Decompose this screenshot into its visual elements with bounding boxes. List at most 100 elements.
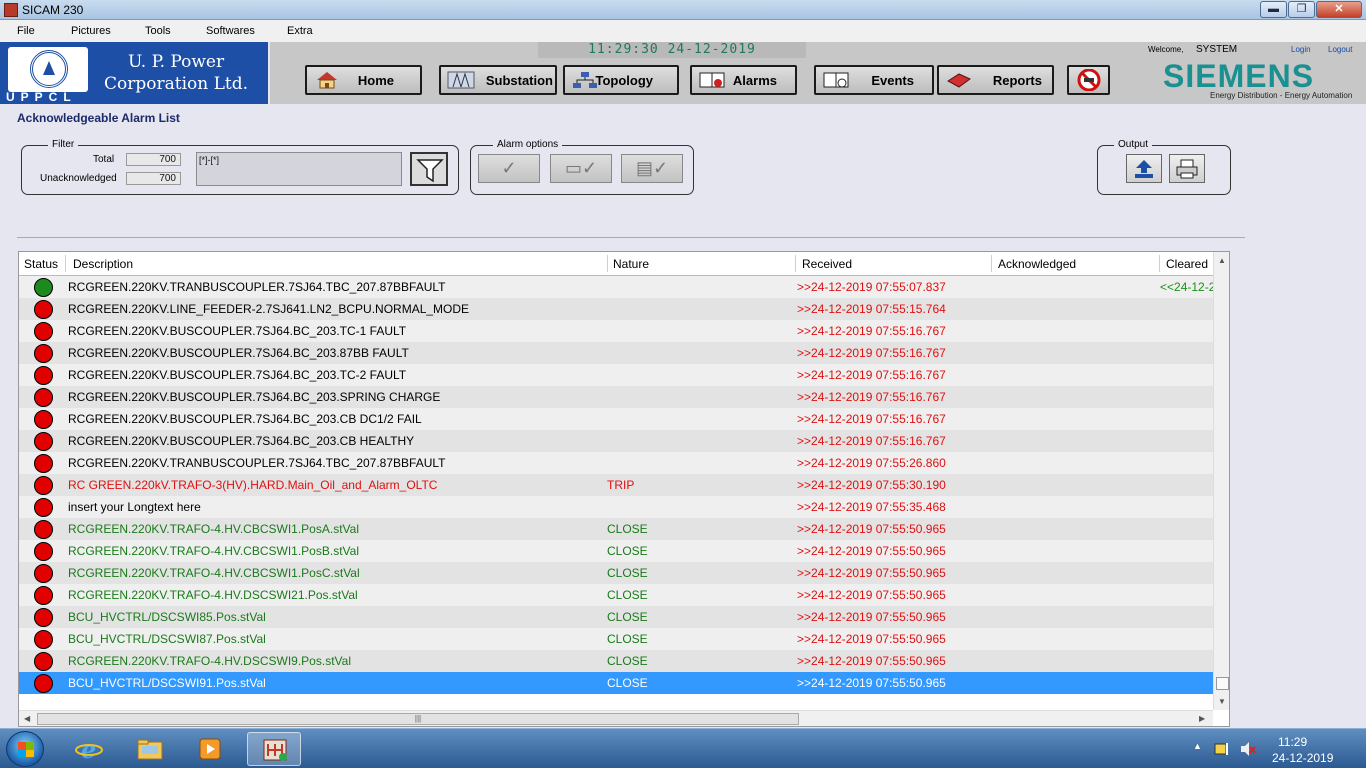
acknowledge-button[interactable]: ✓: [478, 154, 540, 183]
tray-time[interactable]: 11:29: [1278, 735, 1307, 749]
title-bar: SICAM 230 ▬ ❐ ✕: [0, 0, 1366, 20]
acknowledge-page-button[interactable]: ▭✓: [550, 154, 612, 183]
row-description: RCGREEN.220KV.BUSCOUPLER.7SJ64.BC_203.87…: [68, 346, 409, 360]
topology-button[interactable]: Topology: [563, 65, 679, 95]
reports-button[interactable]: Reports: [937, 65, 1054, 95]
vertical-scrollbar[interactable]: ▲ ▼: [1213, 252, 1229, 710]
status-red-icon: [34, 322, 53, 341]
status-red-icon: [34, 542, 53, 561]
filter-string-field[interactable]: [*]-[*]: [196, 152, 402, 186]
menu-tools[interactable]: Tools: [145, 25, 171, 37]
pages-check-icon: ▤✓: [635, 158, 669, 178]
menu-extra[interactable]: Extra: [287, 25, 313, 37]
menu-file[interactable]: File: [17, 25, 35, 37]
tray-date[interactable]: 24-12-2019: [1272, 751, 1333, 765]
row-received: >>24-12-2019 07:55:50.965: [797, 522, 946, 536]
row-description: RCGREEN.220KV.TRANBUSCOUPLER.7SJ64.TBC_2…: [68, 280, 446, 294]
column-description[interactable]: Description: [73, 257, 133, 271]
volume-muted-icon[interactable]: [1239, 741, 1257, 757]
table-row[interactable]: RCGREEN.220KV.LINE_FEEDER-2.7SJ641.LN2_B…: [19, 298, 1213, 320]
menu-pictures[interactable]: Pictures: [71, 25, 111, 37]
minimize-button[interactable]: ▬: [1260, 1, 1287, 18]
horizontal-scrollbar[interactable]: ◀ ||| ▶: [19, 710, 1213, 726]
column-status[interactable]: Status: [24, 257, 58, 271]
scroll-left-icon[interactable]: ◀: [24, 714, 30, 723]
print-button[interactable]: [1169, 154, 1205, 183]
scroll-right-icon[interactable]: ▶: [1199, 714, 1205, 723]
home-button[interactable]: Home: [305, 65, 422, 95]
table-row[interactable]: BCU_HVCTRL/DSCSWI87.Pos.stVal CLOSE >>24-1…: [19, 628, 1213, 650]
status-red-icon: [34, 674, 53, 693]
table-row[interactable]: RCGREEN.220KV.TRAFO-4.HV.CBCSWI1.PosC.st…: [19, 562, 1213, 584]
taskbar: e ▲ 11:29 24-12-2019: [0, 728, 1366, 768]
action-center-icon[interactable]: [1214, 741, 1232, 757]
clock-display: 11:29:30 24-12-2019: [538, 42, 806, 58]
alarms-button[interactable]: Alarms: [690, 65, 797, 95]
close-button[interactable]: ✕: [1316, 1, 1362, 18]
maximize-button[interactable]: ❐: [1288, 1, 1315, 18]
table-row[interactable]: RCGREEN.220KV.TRAFO-4.HV.CBCSWI1.PosB.st…: [19, 540, 1213, 562]
taskbar-app-ie[interactable]: e: [62, 732, 116, 766]
row-received: >>24-12-2019 07:55:16.767: [797, 434, 946, 448]
row-nature: CLOSE: [607, 654, 648, 668]
table-row[interactable]: insert your Longtext here >>24-12-2019 07…: [19, 496, 1213, 518]
start-button[interactable]: [6, 731, 44, 767]
scroll-down-icon[interactable]: ▼: [1218, 697, 1226, 706]
table-row[interactable]: RCGREEN.220KV.BUSCOUPLER.7SJ64.BC_203.TC…: [19, 320, 1213, 342]
row-received: >>24-12-2019 07:55:50.965: [797, 676, 946, 690]
row-received: >>24-12-2019 07:55:50.965: [797, 654, 946, 668]
taskbar-app-media[interactable]: [183, 732, 237, 766]
login-link[interactable]: Login: [1291, 45, 1311, 54]
logout-link[interactable]: Logout: [1328, 45, 1352, 54]
column-acknowledged[interactable]: Acknowledged: [998, 257, 1076, 271]
row-description: RCGREEN.220KV.BUSCOUPLER.7SJ64.BC_203.TC…: [68, 324, 407, 338]
exit-button[interactable]: [1067, 65, 1110, 95]
status-red-icon: [34, 432, 53, 451]
acknowledge-all-button[interactable]: ▤✓: [621, 154, 683, 183]
taskbar-app-sicam[interactable]: [247, 732, 301, 766]
table-row[interactable]: RCGREEN.220KV.TRAFO-4.HV.DSCSWI21.Pos.st…: [19, 584, 1213, 606]
filter-button[interactable]: [410, 152, 448, 186]
column-received[interactable]: Received: [802, 257, 852, 271]
column-nature[interactable]: Nature: [613, 257, 649, 271]
scroll-up-icon[interactable]: ▲: [1218, 256, 1226, 265]
row-received: >>24-12-2019 07:55:50.965: [797, 566, 946, 580]
row-nature: CLOSE: [607, 610, 648, 624]
table-row[interactable]: RCGREEN.220KV.BUSCOUPLER.7SJ64.BC_203.CB…: [19, 430, 1213, 452]
row-description: BCU_HVCTRL/DSCSWI87.Pos.stVal: [68, 632, 266, 646]
table-row[interactable]: RCGREEN.220KV.TRAFO-4.HV.CBCSWI1.PosA.st…: [19, 518, 1213, 540]
events-label: Events: [871, 73, 914, 88]
table-row[interactable]: RCGREEN.220KV.BUSCOUPLER.7SJ64.BC_203.TC…: [19, 364, 1213, 386]
table-row[interactable]: BCU_HVCTRL/DSCSWI85.Pos.stVal CLOSE >>24-1…: [19, 606, 1213, 628]
table-row[interactable]: RCGREEN.220KV.BUSCOUPLER.7SJ64.BC_203.CB…: [19, 408, 1213, 430]
table-row[interactable]: BCU_HVCTRL/DSCSWI91.Pos.stVal CLOSE >>24-1…: [19, 672, 1213, 694]
funnel-icon: [416, 159, 444, 183]
horizontal-scroll-thumb[interactable]: |||: [37, 713, 799, 725]
window-title: SICAM 230: [22, 3, 84, 17]
export-button[interactable]: [1126, 154, 1162, 183]
row-description: RC GREEN.220kV.TRAFO-3(HV).HARD.Main_Oil…: [68, 478, 438, 492]
internet-explorer-icon: e: [75, 737, 103, 761]
table-row[interactable]: RCGREEN.220KV.TRANBUSCOUPLER.7SJ64.TBC_2…: [19, 276, 1215, 298]
taskbar-app-explorer[interactable]: [123, 732, 177, 766]
folder-icon: [137, 739, 163, 760]
table-row[interactable]: RCGREEN.220KV.BUSCOUPLER.7SJ64.BC_203.SP…: [19, 386, 1213, 408]
row-nature: CLOSE: [607, 588, 648, 602]
row-received: >>24-12-2019 07:55:50.965: [797, 544, 946, 558]
substation-button[interactable]: Substation: [439, 65, 557, 95]
show-hidden-icons[interactable]: ▲: [1193, 741, 1202, 751]
row-description: RCGREEN.220KV.TRAFO-4.HV.CBCSWI1.PosC.st…: [68, 566, 360, 580]
output-legend: Output: [1114, 139, 1153, 150]
events-button[interactable]: Events: [814, 65, 934, 95]
row-received: >>24-12-2019 07:55:16.767: [797, 368, 946, 382]
row-nature: TRIP: [607, 478, 635, 492]
table-row[interactable]: RC GREEN.220kV.TRAFO-3(HV).HARD.Main_Oil…: [19, 474, 1213, 496]
table-row[interactable]: RCGREEN.220KV.TRANBUSCOUPLER.7SJ64.TBC_2…: [19, 452, 1213, 474]
table-row[interactable]: RCGREEN.220KV.TRAFO-4.HV.DSCSWI9.Pos.stV…: [19, 650, 1213, 672]
table-row[interactable]: RCGREEN.220KV.BUSCOUPLER.7SJ64.BC_203.87…: [19, 342, 1213, 364]
column-cleared[interactable]: Cleared: [1166, 257, 1208, 271]
row-description: RCGREEN.220KV.BUSCOUPLER.7SJ64.BC_203.SP…: [68, 390, 441, 404]
vertical-scroll-thumb[interactable]: [1216, 677, 1229, 690]
export-icon: [1135, 160, 1153, 178]
menu-softwares[interactable]: Softwares: [206, 25, 255, 37]
